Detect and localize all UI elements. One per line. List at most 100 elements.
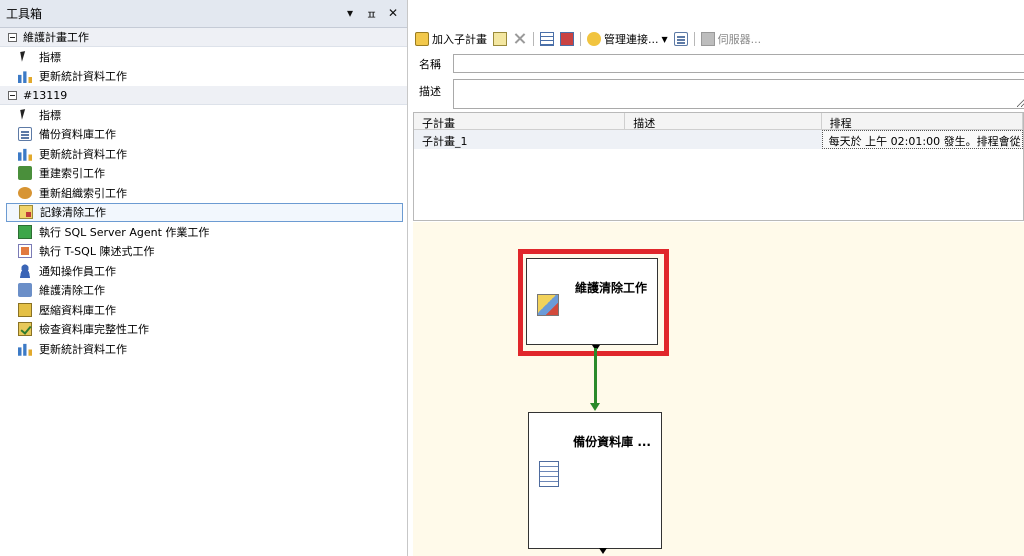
reporting-icon (673, 32, 688, 46)
pointer-icon (18, 50, 32, 64)
subplan-schedule-cell[interactable]: 每天於 上午 02:01:00 發生。排程會從 (821, 130, 1023, 149)
server-icon (700, 32, 715, 46)
toolbox-item-update-statistics[interactable]: 更新統計資料工作 (6, 339, 403, 359)
toolbox-title-bar: 工具箱 ▾ ㅍ ✕ (0, 0, 407, 28)
subplan-description-cell[interactable] (625, 130, 821, 149)
window-position-dropdown-icon[interactable]: ▾ (347, 6, 353, 20)
toolbar-separator (693, 32, 695, 46)
servers-button[interactable]: 伺服器... (700, 31, 761, 47)
statistics-icon (18, 343, 32, 356)
toolbox-item-label: 指標 (39, 108, 61, 122)
toolbox-item-notify-operator[interactable]: 通知操作員工作 (6, 261, 403, 281)
notify-operator-icon (18, 263, 32, 278)
task-title: 備份資料庫 ... (573, 435, 651, 449)
toolbox-item-update-statistics[interactable]: 更新統計資料工作 (6, 67, 403, 87)
name-row: 名稱 (409, 52, 1024, 74)
add-subplan-icon (415, 32, 429, 46)
column-header-schedule[interactable]: 排程 (822, 113, 1023, 130)
toolbar-separator (533, 32, 534, 46)
description-row: 描述 (409, 79, 1024, 109)
toolbox-item-history-cleanup[interactable]: 記錄清除工作 (6, 202, 403, 222)
name-field[interactable] (453, 54, 1024, 73)
toolbox-group-label: #13119 (23, 88, 68, 102)
pin-icon[interactable]: ㅍ (366, 6, 377, 23)
subplan-schedule-button[interactable] (540, 32, 554, 46)
toolbox-item-label: 檢查資料庫完整性工作 (39, 323, 149, 337)
toolbox-item-label: 重建索引工作 (39, 167, 105, 181)
subplan-name-cell[interactable]: 子計畫_1 (414, 130, 625, 149)
toolbox-item-maintenance-cleanup[interactable]: 維護清除工作 (6, 281, 403, 301)
close-icon[interactable]: ✕ (388, 6, 398, 20)
collapse-icon[interactable] (8, 90, 17, 100)
shrink-database-icon (18, 302, 32, 317)
toolbar-separator (580, 32, 581, 46)
toolbox-item-update-statistics[interactable]: 更新統計資料工作 (6, 144, 403, 164)
description-field[interactable] (453, 79, 1024, 109)
toolbox-item-label: 指標 (39, 50, 61, 64)
designer-toolbar: 加入子計畫 管理連接... ▼ 伺服器... (409, 28, 1024, 50)
maintenance-cleanup-icon (18, 283, 32, 298)
task-title: 維護清除工作 (574, 281, 647, 295)
agent-job-icon (18, 224, 32, 239)
check-integrity-icon (18, 322, 32, 337)
statistics-icon (18, 148, 32, 161)
toolbox-item-pointer[interactable]: 指標 (6, 47, 403, 67)
name-label: 名稱 (419, 58, 441, 71)
manage-connections-button[interactable]: 管理連接... ▼ (587, 31, 668, 47)
grid-header-row: 子計畫 描述 排程 (414, 113, 1023, 130)
toolbox-group-header[interactable]: 維護計畫工作 (0, 28, 407, 47)
toolbox-item-label: 更新統計資料工作 (39, 342, 127, 356)
toolbox-item-pointer[interactable]: 指標 (6, 105, 403, 125)
toolbox-item-label: 執行 T-SQL 陳述式工作 (39, 245, 155, 259)
toolbox-group-header[interactable]: #13119 (0, 86, 407, 105)
toolbox-item-label: 備份資料庫工作 (39, 128, 116, 142)
task-maintenance-cleanup[interactable]: 維護清除工作 (526, 258, 658, 345)
remove-schedule-icon (560, 32, 574, 46)
column-header-description[interactable]: 描述 (625, 113, 822, 130)
remove-schedule-button[interactable] (560, 32, 574, 46)
toolbox-item-label: 維護清除工作 (39, 284, 105, 298)
arrow-head-icon (590, 403, 600, 411)
toolbox-title: 工具箱 (6, 7, 43, 21)
toolbox-item-tsql[interactable]: 執行 T-SQL 陳述式工作 (6, 242, 403, 262)
chevron-down-icon[interactable]: ▼ (662, 35, 668, 44)
subplan-grid: 子計畫 描述 排程 子計畫_1 每天於 上午 02:01:00 發生。排程會從 (413, 112, 1024, 221)
toolbox-item-rebuild-index[interactable]: 重建索引工作 (6, 164, 403, 184)
toolbox-item-label: 記錄清除工作 (40, 206, 106, 220)
toolbox-group-label: 維護計畫工作 (23, 31, 89, 44)
edit-subplan-button[interactable] (493, 32, 507, 46)
maintenance-cleanup-icon (537, 294, 559, 316)
toolbox-item-check-integrity[interactable]: 檢查資料庫完整性工作 (6, 320, 403, 340)
edit-icon (493, 32, 507, 46)
statistics-icon (18, 71, 32, 84)
toolbox-item-backup-database[interactable]: 備份資料庫工作 (6, 125, 403, 145)
history-cleanup-icon (19, 205, 33, 220)
collapse-icon[interactable] (8, 32, 17, 42)
add-subplan-label: 加入子計畫 (432, 33, 487, 46)
design-surface[interactable]: 維護清除工作 備份資料庫 ... (413, 222, 1024, 556)
reorganize-index-icon (18, 186, 32, 199)
connector-handle[interactable] (599, 548, 607, 554)
column-header-subplan[interactable]: 子計畫 (414, 113, 626, 130)
toolbox-item-label: 通知操作員工作 (39, 264, 116, 278)
toolbox-item-label: 更新統計資料工作 (39, 70, 127, 84)
toolbox-item-reorganize-index[interactable]: 重新組織索引工作 (6, 183, 403, 203)
toolbox-item-shrink-database[interactable]: 壓縮資料庫工作 (6, 300, 403, 320)
add-subplan-button[interactable]: 加入子計畫 (415, 31, 487, 47)
toolbox-item-label: 重新組織索引工作 (39, 186, 127, 200)
pointer-icon (18, 108, 32, 122)
toolbox-item-label: 壓縮資料庫工作 (39, 303, 116, 317)
precedence-constraint[interactable] (594, 348, 597, 406)
description-label: 描述 (419, 85, 441, 98)
reporting-button[interactable] (673, 32, 688, 46)
tsql-icon (18, 244, 32, 259)
delete-subplan-button[interactable] (513, 32, 527, 46)
table-row[interactable]: 子計畫_1 每天於 上午 02:01:00 發生。排程會從 (414, 130, 1023, 149)
manage-connections-label: 管理連接... (604, 33, 659, 46)
task-backup-database[interactable]: 備份資料庫 ... (528, 412, 662, 549)
backup-database-icon (539, 461, 559, 487)
toolbox-item-agent-job[interactable]: 執行 SQL Server Agent 作業工作 (6, 222, 403, 242)
rebuild-index-icon (18, 166, 32, 181)
schedule-grid-icon (540, 32, 554, 46)
backup-database-icon (18, 127, 32, 142)
